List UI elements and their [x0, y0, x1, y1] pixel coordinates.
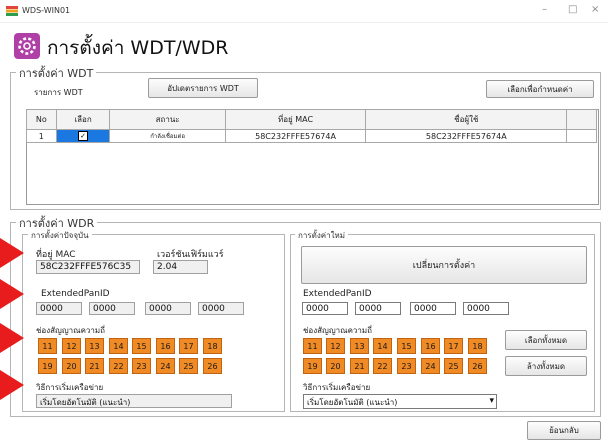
current-channel-tile: 16: [156, 338, 175, 354]
select-to-configure-button[interactable]: เลือกเพื่อกำหนดค่า: [486, 80, 594, 98]
row-no: 1: [26, 129, 57, 143]
current-channel-tile: 21: [85, 358, 104, 374]
new-channel-tile[interactable]: 18: [468, 338, 487, 354]
current-channel-tile: 11: [38, 338, 57, 354]
col-header-username: ชื่อผู้ใช้: [365, 109, 568, 130]
current-mac-field: 58C232FFFE576C35: [36, 260, 140, 274]
new-channel-tile[interactable]: 12: [326, 338, 345, 354]
new-channel-tile[interactable]: 21: [350, 358, 369, 374]
new-panid-field-3[interactable]: 0000: [410, 302, 456, 315]
page-title: การตั้งค่า WDT/WDR: [47, 37, 229, 59]
new-channel-tile[interactable]: 23: [397, 358, 416, 374]
new-channel-tile[interactable]: 14: [373, 338, 392, 354]
clear-all-channels-button[interactable]: ล้างทั้งหมด: [505, 356, 587, 376]
current-channel-tile: 26: [203, 358, 222, 374]
current-panid-field-3: 0000: [145, 302, 191, 315]
new-channel-tile[interactable]: 24: [421, 358, 440, 374]
new-channel-tile[interactable]: 26: [468, 358, 487, 374]
row-checkbox[interactable]: ✓: [78, 131, 89, 141]
col-header-status: สถานะ: [109, 109, 226, 130]
settings-gear-icon: [14, 33, 40, 59]
current-mac-label: ที่อยู่ MAC: [36, 250, 76, 260]
new-panid-field-1[interactable]: 0000: [302, 302, 348, 315]
col-header-mac: ที่อยู่ MAC: [224, 109, 367, 130]
current-channel-tile: 25: [179, 358, 198, 374]
window-titlebar: WDS-WIN01 – □ ×: [0, 0, 608, 23]
current-channel-tile: 19: [38, 358, 57, 374]
row-empty-cell: [566, 129, 597, 143]
update-wdt-list-button[interactable]: อัปเดตรายการ WDT: [148, 78, 258, 98]
current-panid-field-1: 0000: [36, 302, 82, 315]
current-channel-tile: 17: [179, 338, 198, 354]
wdt-table: No เลือก สถานะ ที่อยู่ MAC ชื่อผู้ใช้ 1 …: [26, 109, 597, 143]
row-status: กำลังเชื่อมต่อ: [109, 129, 226, 143]
col-header-select: เลือก: [55, 109, 111, 130]
new-panid-field-4[interactable]: 0000: [463, 302, 509, 315]
current-join-label: วิธีการเริ่มเครือข่าย: [36, 383, 104, 392]
new-panid-field-2[interactable]: 0000: [355, 302, 401, 315]
minimize-button[interactable]: –: [542, 4, 547, 15]
row-username: 58C232FFFE57674A: [365, 129, 568, 143]
current-channel-tile: 22: [109, 358, 128, 374]
new-channel-tile[interactable]: 17: [444, 338, 463, 354]
new-channel-tile[interactable]: 16: [421, 338, 440, 354]
back-button[interactable]: ย้อนกลับ: [527, 421, 601, 440]
maximize-button[interactable]: □: [568, 4, 577, 15]
new-channel-tile[interactable]: 22: [373, 358, 392, 374]
current-panid-field-4: 0000: [198, 302, 244, 315]
table-header-row: No เลือก สถานะ ที่อยู่ MAC ชื่อผู้ใช้: [26, 109, 597, 130]
chevron-down-icon[interactable]: ▾: [489, 396, 494, 406]
new-channel-tile[interactable]: 25: [444, 358, 463, 374]
current-channel-tile: 13: [85, 338, 104, 354]
wdt-list-label: รายการ WDT: [34, 88, 83, 97]
change-settings-button[interactable]: เปลี่ยนการตั้งค่า: [301, 246, 587, 284]
row-mac: 58C232FFFE57674A: [224, 129, 367, 143]
row-select-cell[interactable]: ✓: [55, 129, 111, 143]
table-row[interactable]: 1 ✓ กำลังเชื่อมต่อ 58C232FFFE57674A 58C2…: [26, 129, 597, 143]
wdt-group-legend: การตั้งค่า WDT: [16, 64, 97, 82]
annotation-arrow-join: [0, 370, 24, 400]
close-button[interactable]: ×: [591, 4, 599, 15]
current-panid-label: ExtendedPanID: [41, 289, 110, 299]
col-header-no: No: [26, 109, 57, 130]
join-method-dropdown[interactable]: เริ่มโดยอัตโนมัติ (แนะนำ) ▾: [303, 394, 497, 409]
current-firmware-label: เวอร์ชันเฟิร์มแวร์: [157, 250, 224, 260]
new-channel-tile[interactable]: 20: [326, 358, 345, 374]
annotation-arrow-mac: [0, 238, 24, 268]
current-channel-tile: 18: [203, 338, 222, 354]
current-settings-legend: การตั้งค่าปัจจุบัน: [28, 229, 92, 242]
new-panid-label: ExtendedPanID: [303, 289, 372, 299]
new-channel-tile[interactable]: 19: [303, 358, 322, 374]
current-firmware-field: 2.04: [153, 260, 208, 274]
new-channel-tile[interactable]: 13: [350, 338, 369, 354]
join-method-selected: เริ่มโดยอัตโนมัติ (แนะนำ): [307, 398, 398, 407]
current-channel-tile: 23: [132, 358, 151, 374]
app-icon: [6, 6, 18, 16]
current-channel-tile: 14: [109, 338, 128, 354]
current-channel-tile: 24: [156, 358, 175, 374]
new-channel-tile[interactable]: 11: [303, 338, 322, 354]
current-join-field: เริ่มโดยอัตโนมัติ (แนะนำ): [36, 394, 232, 408]
annotation-arrow-panid: [0, 279, 24, 309]
new-join-label: วิธีการเริ่มเครือข่าย: [303, 383, 371, 392]
current-channel-label: ช่องสัญญาณความถี่: [36, 326, 106, 335]
new-channel-tile[interactable]: 15: [397, 338, 416, 354]
new-settings-legend: การตั้งค่าใหม่: [295, 229, 349, 242]
col-header-empty: [566, 109, 597, 130]
current-channel-tile: 12: [62, 338, 81, 354]
new-channel-label: ช่องสัญญาณความถี่: [303, 326, 373, 335]
current-panid-field-2: 0000: [89, 302, 135, 315]
select-all-channels-button[interactable]: เลือกทั้งหมด: [505, 330, 587, 350]
annotation-arrow-channel: [0, 323, 24, 353]
window-title: WDS-WIN01: [22, 6, 71, 15]
current-channel-tile: 20: [62, 358, 81, 374]
current-channel-tile: 15: [132, 338, 151, 354]
